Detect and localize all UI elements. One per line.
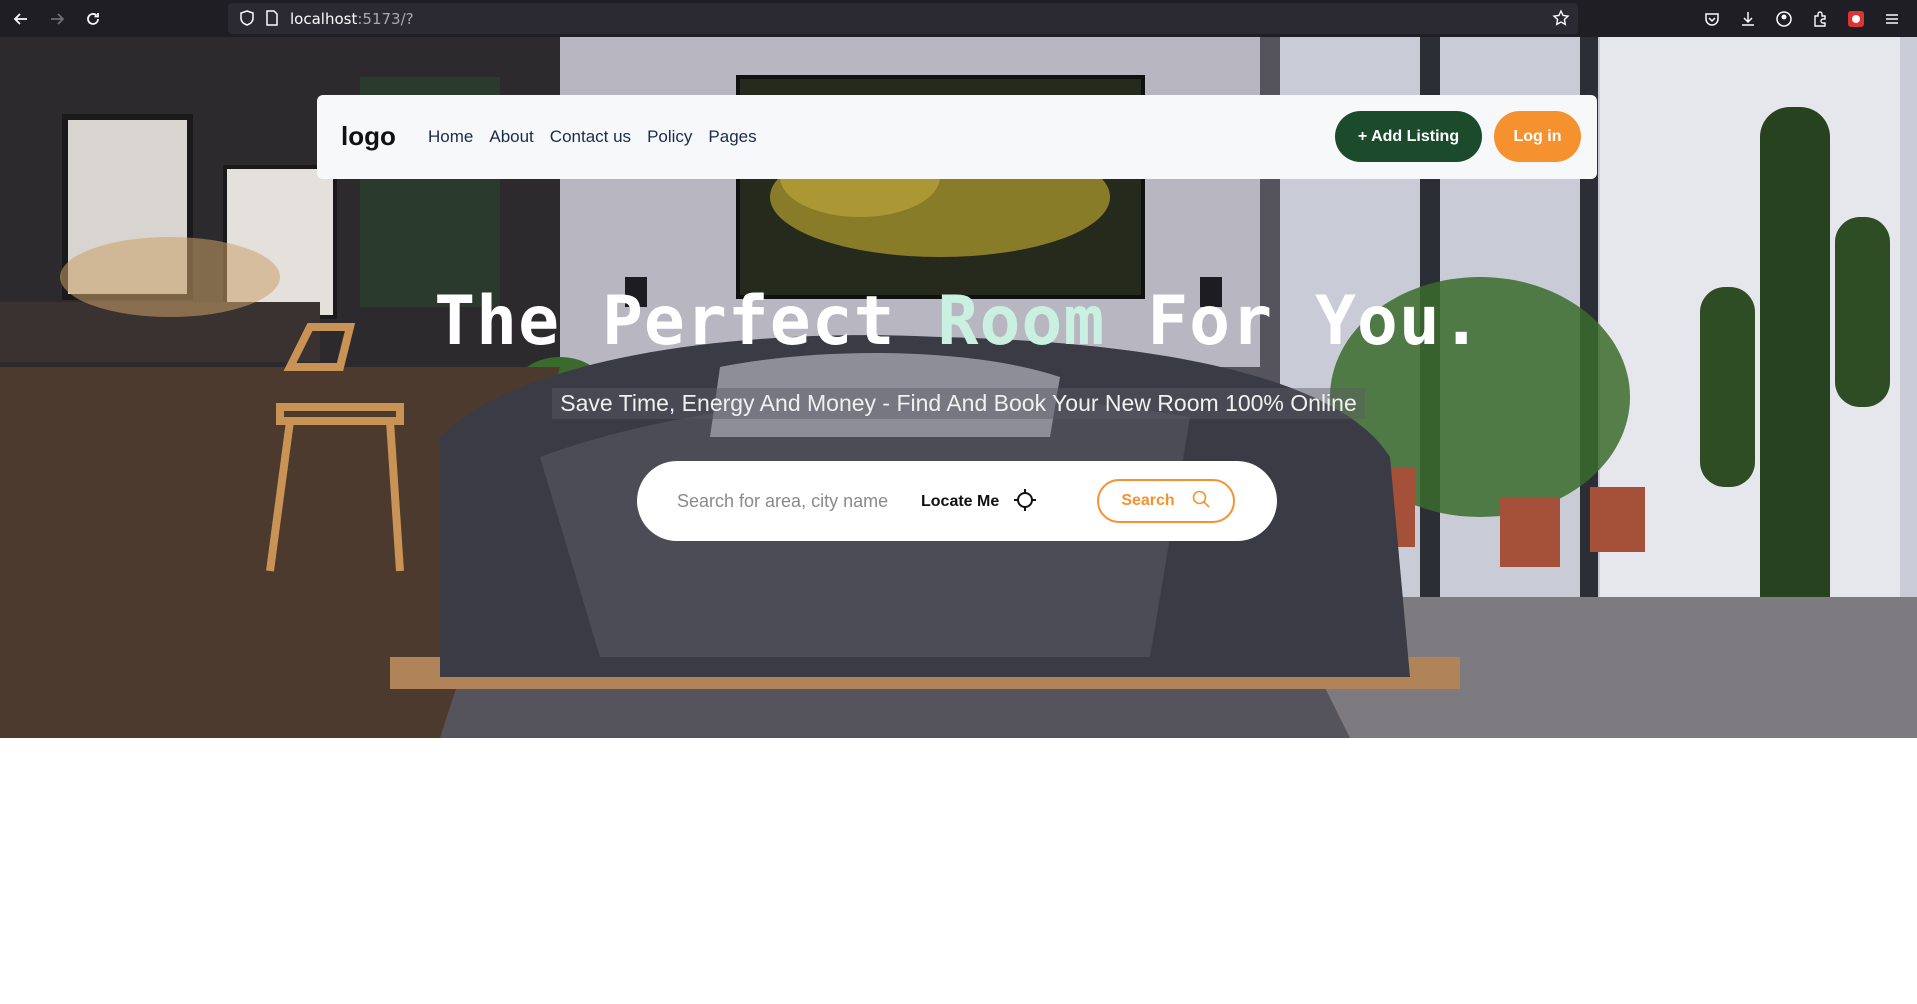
add-listing-button[interactable]: + Add Listing xyxy=(1335,111,1482,162)
hero-title-accent: Room xyxy=(937,282,1106,361)
download-icon[interactable] xyxy=(1736,7,1760,31)
nav-link-pages[interactable]: Pages xyxy=(708,127,756,147)
nav-links: Home About Contact us Policy Pages xyxy=(428,127,757,147)
profile-extension-icon[interactable] xyxy=(1844,7,1868,31)
login-button[interactable]: Log in xyxy=(1494,111,1581,162)
hero-title-part2: For You. xyxy=(1105,282,1483,361)
hero-title: The Perfect Room For You. xyxy=(0,282,1917,361)
account-icon[interactable] xyxy=(1772,7,1796,31)
browser-toolbar: localhost:5173/? xyxy=(0,0,1917,37)
main-navbar: logo Home About Contact us Policy Pages … xyxy=(317,95,1597,179)
locate-me-button[interactable]: Locate Me xyxy=(921,488,1037,516)
nav-link-policy[interactable]: Policy xyxy=(647,127,692,147)
pocket-icon[interactable] xyxy=(1700,7,1724,31)
page-icon xyxy=(264,9,280,31)
site-logo[interactable]: logo xyxy=(341,121,396,152)
search-bar: Locate Me Search xyxy=(637,461,1277,541)
nav-link-contact[interactable]: Contact us xyxy=(550,127,631,147)
url-bar[interactable]: localhost:5173/? xyxy=(228,3,1578,34)
hero-title-part1: The Perfect xyxy=(434,282,938,361)
star-icon[interactable] xyxy=(1552,9,1570,31)
shield-icon[interactable] xyxy=(238,9,256,31)
hero-subtitle: Save Time, Energy And Money - Find And B… xyxy=(552,388,1365,419)
back-icon[interactable] xyxy=(8,6,34,32)
hero-subtitle-wrap: Save Time, Energy And Money - Find And B… xyxy=(0,388,1917,419)
url-host: localhost xyxy=(290,10,358,28)
nav-link-about[interactable]: About xyxy=(489,127,533,147)
search-button[interactable]: Search xyxy=(1097,479,1235,523)
extensions-icon[interactable] xyxy=(1808,7,1832,31)
menu-icon[interactable] xyxy=(1880,7,1904,31)
url-path: :5173/? xyxy=(357,10,414,28)
reload-icon[interactable] xyxy=(80,6,106,32)
search-input[interactable] xyxy=(677,485,897,517)
nav-link-home[interactable]: Home xyxy=(428,127,473,147)
search-button-label: Search xyxy=(1121,492,1175,509)
locate-me-label: Locate Me xyxy=(921,493,1000,510)
search-icon xyxy=(1191,489,1211,514)
crosshair-icon xyxy=(1013,488,1037,516)
forward-icon[interactable] xyxy=(44,6,70,32)
url-text[interactable]: localhost:5173/? xyxy=(290,10,414,28)
